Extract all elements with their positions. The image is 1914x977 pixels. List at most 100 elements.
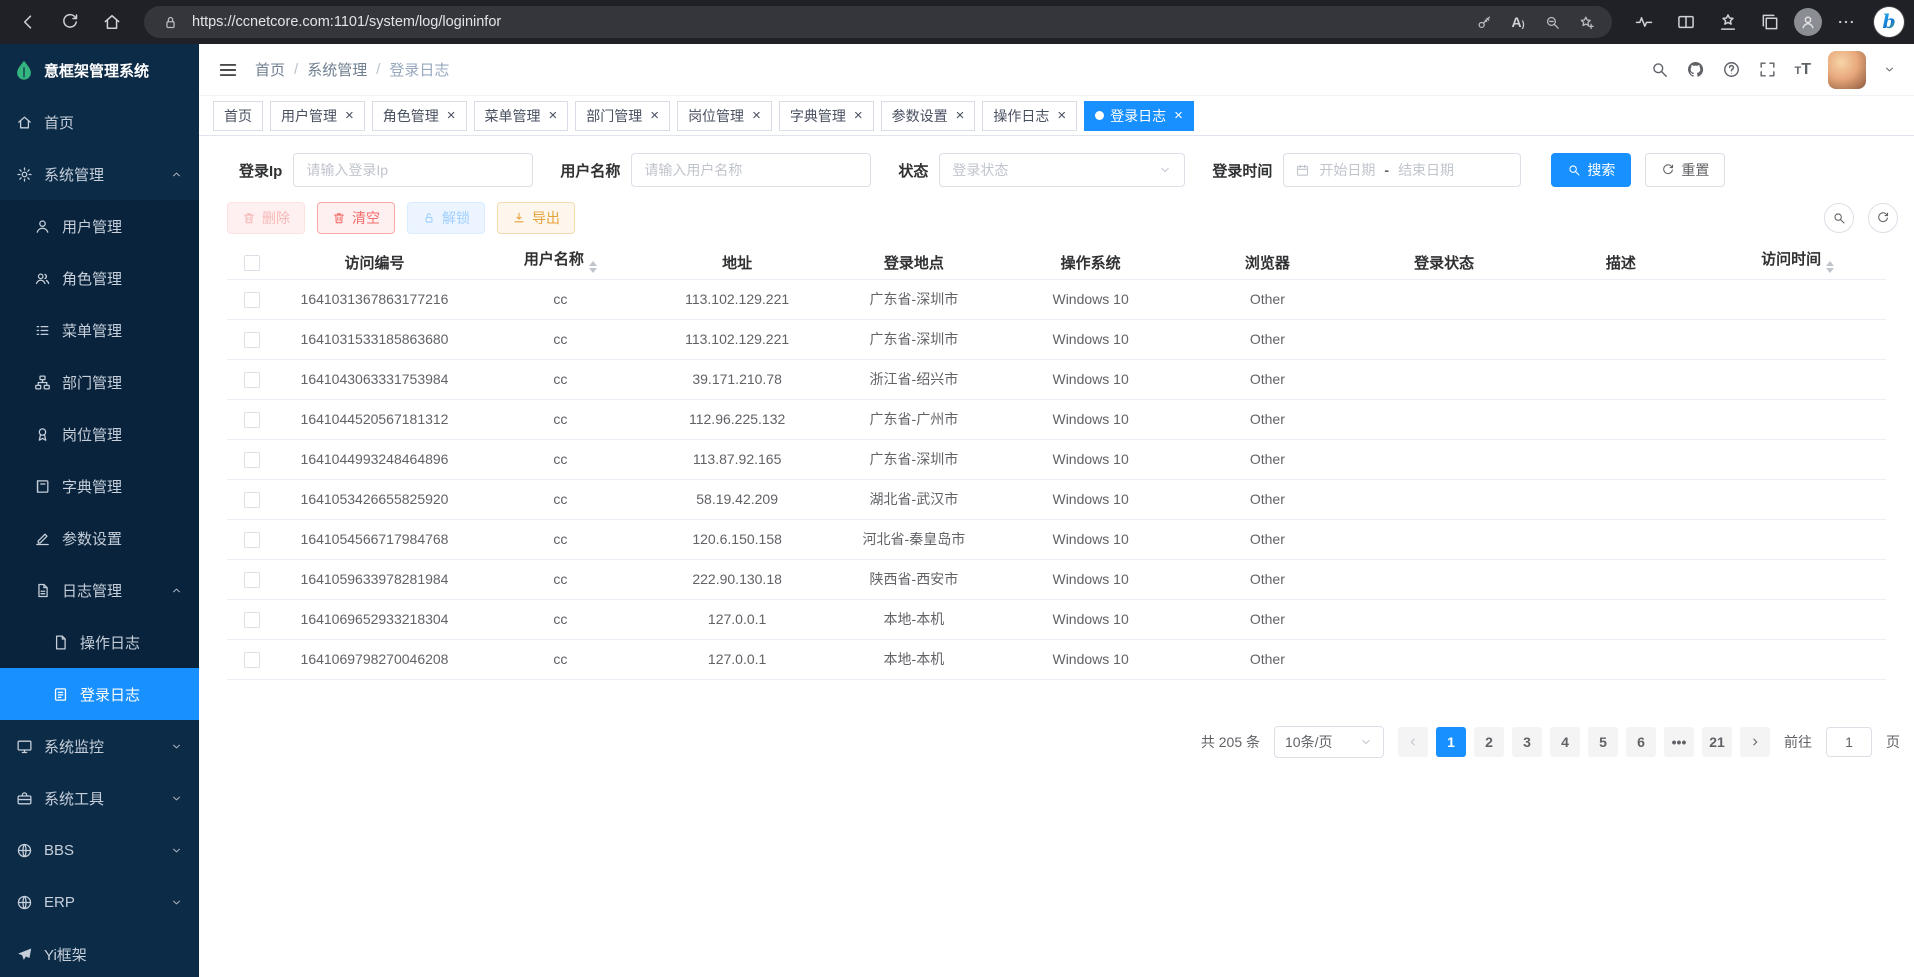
sidebar-item-15[interactable]: ERP xyxy=(0,876,199,928)
sidebar-item-9[interactable]: 日志管理 xyxy=(0,564,199,616)
sidebar-item-5[interactable]: 部门管理 xyxy=(0,356,199,408)
browser-essentials-icon[interactable] xyxy=(1626,5,1662,39)
more-menu-icon[interactable] xyxy=(1828,5,1864,39)
github-icon[interactable] xyxy=(1686,60,1705,79)
zoom-out-icon[interactable] xyxy=(1540,10,1564,34)
search-button[interactable]: 搜索 xyxy=(1551,153,1631,187)
delete-button[interactable]: 删除 xyxy=(227,202,305,234)
breadcrumb-home[interactable]: 首页 xyxy=(255,59,285,80)
page-button-21[interactable]: 21 xyxy=(1702,727,1732,757)
browser-profile-icon[interactable] xyxy=(1794,8,1822,36)
avatar-caret-icon[interactable] xyxy=(1883,63,1896,76)
unlock-button[interactable]: 解锁 xyxy=(407,202,485,234)
row-checkbox[interactable] xyxy=(244,532,260,548)
read-aloud-icon[interactable]: A) xyxy=(1506,10,1530,34)
row-checkbox[interactable] xyxy=(244,572,260,588)
favorites-bar-icon[interactable] xyxy=(1710,5,1746,39)
tab-6[interactable]: 字典管理× xyxy=(779,101,874,131)
col-header-1[interactable]: 用户名称 xyxy=(472,246,649,279)
tab-2[interactable]: 角色管理× xyxy=(372,101,467,131)
page-button-4[interactable]: 4 xyxy=(1550,727,1580,757)
clear-button[interactable]: 清空 xyxy=(317,202,395,234)
page-size-select[interactable]: 10条/页 xyxy=(1274,726,1384,758)
tab-close-icon[interactable]: × xyxy=(1174,108,1183,123)
page-button-3[interactable]: 3 xyxy=(1512,727,1542,757)
row-checkbox[interactable] xyxy=(244,292,260,308)
reload-icon[interactable] xyxy=(52,5,88,39)
sort-caret-icon[interactable] xyxy=(1826,257,1834,277)
sidebar-item-3[interactable]: 角色管理 xyxy=(0,252,199,304)
page-button-6[interactable]: 6 xyxy=(1626,727,1656,757)
export-button[interactable]: 导出 xyxy=(497,202,575,234)
sidebar-item-6[interactable]: 岗位管理 xyxy=(0,408,199,460)
sidebar-item-16[interactable]: Yi框架 xyxy=(0,928,199,977)
font-size-icon[interactable]: TT xyxy=(1794,61,1811,79)
sort-caret-icon[interactable] xyxy=(589,257,597,277)
tab-7[interactable]: 参数设置× xyxy=(881,101,976,131)
sidebar-item-0[interactable]: 首页 xyxy=(0,96,199,148)
tab-close-icon[interactable]: × xyxy=(345,108,354,123)
tab-3[interactable]: 菜单管理× xyxy=(474,101,569,131)
row-checkbox[interactable] xyxy=(244,332,260,348)
row-checkbox[interactable] xyxy=(244,612,260,628)
browser-home-icon[interactable] xyxy=(94,5,130,39)
search-icon[interactable] xyxy=(1650,60,1669,79)
status-select[interactable]: 登录状态 xyxy=(939,153,1185,187)
sidebar-item-2[interactable]: 用户管理 xyxy=(0,200,199,252)
password-key-icon[interactable] xyxy=(1472,10,1496,34)
tab-close-icon[interactable]: × xyxy=(650,108,659,123)
refresh-table-button[interactable] xyxy=(1868,203,1898,233)
username-input[interactable] xyxy=(631,153,871,187)
row-checkbox[interactable] xyxy=(244,372,260,388)
sidebar-item-12[interactable]: 系统监控 xyxy=(0,720,199,772)
more-pages-button[interactable]: ••• xyxy=(1664,727,1694,757)
sidebar-item-11[interactable]: 登录日志 xyxy=(0,668,199,720)
row-checkbox[interactable] xyxy=(244,412,260,428)
goto-page-input[interactable] xyxy=(1826,727,1872,757)
toggle-search-button[interactable] xyxy=(1824,203,1854,233)
breadcrumb-system[interactable]: 系统管理 xyxy=(307,59,367,80)
tab-close-icon[interactable]: × xyxy=(549,108,558,123)
sidebar-item-13[interactable]: 系统工具 xyxy=(0,772,199,824)
select-all-checkbox[interactable] xyxy=(244,255,260,271)
app-logo[interactable]: 意框架管理系统 xyxy=(0,44,199,96)
address-bar[interactable]: https://ccnetcore.com:1101/system/log/lo… xyxy=(144,6,1612,38)
col-header-8[interactable]: 访问时间 xyxy=(1709,246,1886,279)
next-page-button[interactable] xyxy=(1740,727,1770,757)
split-screen-icon[interactable] xyxy=(1668,5,1704,39)
tab-0[interactable]: 首页 xyxy=(213,101,263,131)
bing-copilot-icon[interactable]: b xyxy=(1874,7,1904,37)
tab-5[interactable]: 岗位管理× xyxy=(677,101,772,131)
tab-1[interactable]: 用户管理× xyxy=(270,101,365,131)
sidebar-item-1[interactable]: 系统管理 xyxy=(0,148,199,200)
page-button-1[interactable]: 1 xyxy=(1436,727,1466,757)
page-button-2[interactable]: 2 xyxy=(1474,727,1504,757)
tab-4[interactable]: 部门管理× xyxy=(575,101,670,131)
sidebar-item-10[interactable]: 操作日志 xyxy=(0,616,199,668)
login-ip-input[interactable] xyxy=(293,153,533,187)
favorite-star-icon[interactable] xyxy=(1574,10,1598,34)
tab-close-icon[interactable]: × xyxy=(956,108,965,123)
prev-page-button[interactable] xyxy=(1398,727,1428,757)
row-checkbox[interactable] xyxy=(244,452,260,468)
tab-8[interactable]: 操作日志× xyxy=(982,101,1077,131)
fullscreen-icon[interactable] xyxy=(1758,60,1777,79)
page-button-5[interactable]: 5 xyxy=(1588,727,1618,757)
sidebar-toggle-icon[interactable] xyxy=(217,59,239,81)
tab-close-icon[interactable]: × xyxy=(752,108,761,123)
help-icon[interactable] xyxy=(1722,60,1741,79)
row-checkbox[interactable] xyxy=(244,492,260,508)
tab-9[interactable]: 登录日志× xyxy=(1084,101,1194,131)
sidebar-item-8[interactable]: 参数设置 xyxy=(0,512,199,564)
back-icon[interactable] xyxy=(10,5,46,39)
tab-close-icon[interactable]: × xyxy=(854,108,863,123)
collections-icon[interactable] xyxy=(1752,5,1788,39)
tab-close-icon[interactable]: × xyxy=(1057,108,1066,123)
sidebar-item-7[interactable]: 字典管理 xyxy=(0,460,199,512)
sidebar-item-4[interactable]: 菜单管理 xyxy=(0,304,199,356)
tab-close-icon[interactable]: × xyxy=(447,108,456,123)
date-range-picker[interactable]: 开始日期 - 结束日期 xyxy=(1283,153,1521,187)
row-checkbox[interactable] xyxy=(244,652,260,668)
reset-button[interactable]: 重置 xyxy=(1645,153,1725,187)
sidebar-item-14[interactable]: BBS xyxy=(0,824,199,876)
